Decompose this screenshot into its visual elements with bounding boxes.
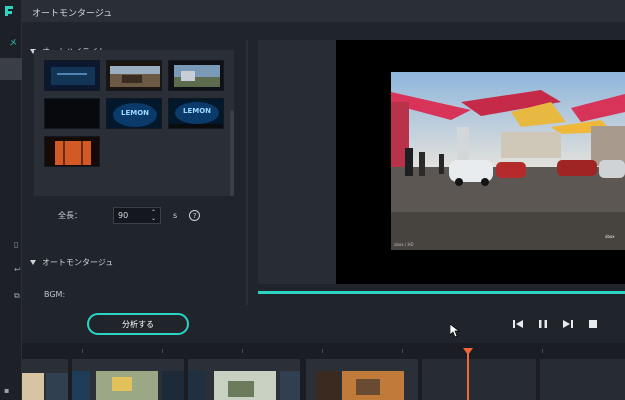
- bgm-label: BGM:: [44, 290, 66, 299]
- highlight-thumbnail[interactable]: [44, 60, 100, 91]
- auto-montage-dialog: オートモンタージュ オートハイライト: [22, 0, 625, 400]
- timeline-clip[interactable]: [540, 359, 625, 400]
- analyze-button[interactable]: 分析する: [87, 313, 189, 335]
- highlight-thumbnail[interactable]: [44, 98, 100, 129]
- timeline-clip[interactable]: [188, 359, 300, 400]
- collapse-triangle-icon: [30, 260, 36, 265]
- skip-back-icon[interactable]: [512, 318, 524, 330]
- add-track-icon[interactable]: ⧉: [14, 291, 22, 300]
- length-setting: 全長： 90 ⌃ ⌄ s ?: [58, 207, 201, 224]
- length-stepper[interactable]: 90 ⌃ ⌄: [113, 207, 161, 224]
- highlight-thumbnail[interactable]: LEMON: [106, 98, 162, 129]
- device-icon[interactable]: ▯: [14, 240, 22, 249]
- nav-label-media[interactable]: メ: [9, 38, 17, 47]
- dialog-title: オートモンタージュ: [32, 9, 113, 19]
- preview-progress-bar[interactable]: [258, 291, 625, 294]
- nav-active-item[interactable]: [0, 58, 22, 80]
- auto-montage-title: オートモンタージュ: [42, 258, 114, 267]
- highlight-thumbnail[interactable]: LEMON: [168, 98, 224, 129]
- ruler-tick: [242, 349, 243, 353]
- length-value: 90: [118, 211, 129, 220]
- auto-montage-header[interactable]: オートモンタージュ: [30, 257, 113, 268]
- panel-divider[interactable]: [246, 40, 248, 305]
- highlight-thumbnail[interactable]: [44, 136, 100, 167]
- pause-icon[interactable]: [537, 318, 549, 330]
- track-toggle-icon[interactable]: ▪: [4, 386, 12, 395]
- ruler-tick: [162, 349, 163, 353]
- timeline-clip[interactable]: [22, 359, 68, 400]
- timeline-clip[interactable]: [72, 359, 184, 400]
- timeline-clip[interactable]: [422, 359, 536, 400]
- preview-area: xbox / HD xbox: [258, 40, 625, 284]
- undo-icon[interactable]: ↩: [14, 265, 22, 274]
- playhead[interactable]: [467, 351, 469, 400]
- svg-text:xbox / HD: xbox / HD: [394, 242, 414, 247]
- length-unit: s: [173, 211, 178, 220]
- stepper-arrows-icon[interactable]: ⌃ ⌄: [151, 209, 156, 222]
- svg-text:xbox: xbox: [605, 234, 615, 239]
- highlight-thumbnail[interactable]: [168, 60, 224, 91]
- thumbnail-caption: LEMON: [183, 107, 212, 115]
- dialog-titlebar: オートモンタージュ: [22, 0, 625, 22]
- app-sidebar: メ ▯ ↩ ⧉ ▪: [0, 0, 22, 400]
- timeline-clip[interactable]: [306, 359, 418, 400]
- mouse-cursor-icon: [450, 324, 460, 338]
- ruler-tick: [322, 349, 323, 353]
- highlight-thumbnail[interactable]: [106, 60, 162, 91]
- ruler-tick: [402, 349, 403, 353]
- ruler-tick: [542, 349, 543, 353]
- thumbnail-scrollbar[interactable]: [230, 110, 234, 196]
- preview-letterbox: xbox / HD xbox: [336, 40, 625, 284]
- highlight-thumbnail-grid: LEMON LEMON: [34, 50, 234, 196]
- playback-controls: [512, 318, 599, 330]
- preview-video-frame[interactable]: xbox / HD xbox: [391, 72, 625, 250]
- timeline[interactable]: [22, 343, 625, 400]
- help-icon[interactable]: ?: [189, 210, 201, 221]
- skip-forward-icon[interactable]: [562, 318, 574, 330]
- ruler-tick: [82, 349, 83, 353]
- stop-icon[interactable]: [587, 318, 599, 330]
- filmora-logo-icon: [5, 6, 13, 16]
- length-label: 全長：: [58, 211, 82, 220]
- thumbnail-caption: LEMON: [121, 109, 150, 117]
